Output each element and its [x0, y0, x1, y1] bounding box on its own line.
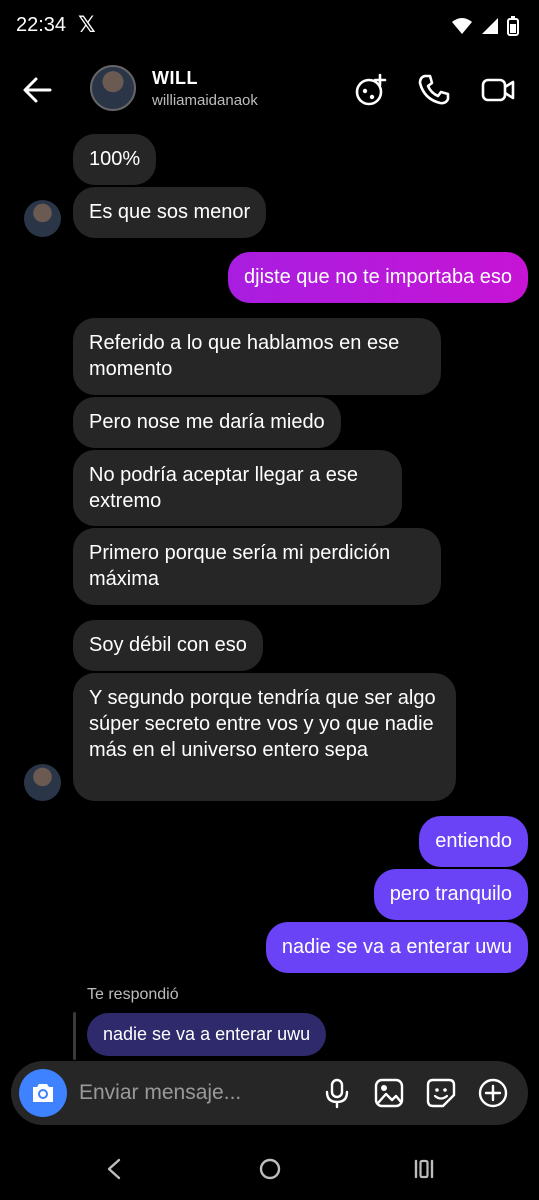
microphone-icon[interactable] — [321, 1077, 353, 1109]
wifi-icon — [452, 18, 472, 34]
nav-back-icon[interactable] — [104, 1157, 124, 1181]
effects-icon[interactable] — [354, 72, 390, 108]
camera-icon — [33, 1084, 53, 1102]
reply-divider — [73, 1012, 76, 1060]
message-sent[interactable]: nadie se va a enterar uwu — [265, 922, 528, 973]
message-sent[interactable]: djiste que no te importaba eso — [228, 252, 528, 303]
message-received[interactable]: Primero porque sería mi perdición máxima — [73, 528, 441, 605]
status-icons — [451, 16, 519, 36]
message-received[interactable]: Pero nose me daría miedo — [73, 397, 341, 448]
nav-home-icon[interactable] — [258, 1157, 282, 1181]
message-sent[interactable]: pero tranquilo — [373, 869, 528, 920]
add-plus-icon[interactable] — [477, 1077, 509, 1109]
message-received[interactable]: Soy débil con eso — [73, 620, 263, 671]
reply-label: Te respondió — [87, 986, 179, 1003]
gallery-icon[interactable] — [373, 1077, 405, 1109]
message-received[interactable]: Es que sos menor — [73, 187, 267, 238]
contact-avatar-small[interactable] — [24, 764, 61, 801]
message-composer: Enviar mensaje... — [11, 1061, 528, 1125]
contact-avatar[interactable] — [90, 65, 136, 111]
status-time: 22:34 — [16, 14, 67, 36]
chat-header: WILL williamaidanaok — [0, 52, 539, 128]
x-app-icon: 𝕏 — [78, 12, 96, 37]
message-sent[interactable]: entiendo — [419, 816, 528, 867]
message-received[interactable]: 100% — [73, 134, 157, 185]
system-nav-bar — [0, 1140, 539, 1200]
contact-avatar-small[interactable] — [24, 200, 61, 237]
message-received[interactable]: No podría aceptar llegar a ese extremo — [73, 450, 402, 526]
phone-call-icon[interactable] — [416, 72, 452, 108]
message-received[interactable]: Y segundo porque tendría que ser algo sú… — [73, 673, 456, 801]
camera-button[interactable] — [19, 1069, 67, 1117]
message-received[interactable]: Referido a lo que hablamos en ese moment… — [73, 318, 441, 395]
contact-username[interactable]: williamaidanaok — [152, 92, 258, 109]
nav-recents-icon[interactable] — [412, 1157, 436, 1181]
sticker-icon[interactable] — [425, 1077, 457, 1109]
reply-quoted-message[interactable]: nadie se va a enterar uwu — [87, 1013, 327, 1056]
signal-icon — [482, 18, 498, 34]
battery-icon — [507, 16, 519, 36]
message-input[interactable]: Enviar mensaje... — [79, 1081, 241, 1105]
back-arrow-icon[interactable] — [18, 70, 58, 110]
contact-name[interactable]: WILL — [152, 68, 198, 89]
status-bar: 22:34 𝕏 — [0, 0, 539, 52]
video-call-icon[interactable] — [480, 72, 516, 108]
